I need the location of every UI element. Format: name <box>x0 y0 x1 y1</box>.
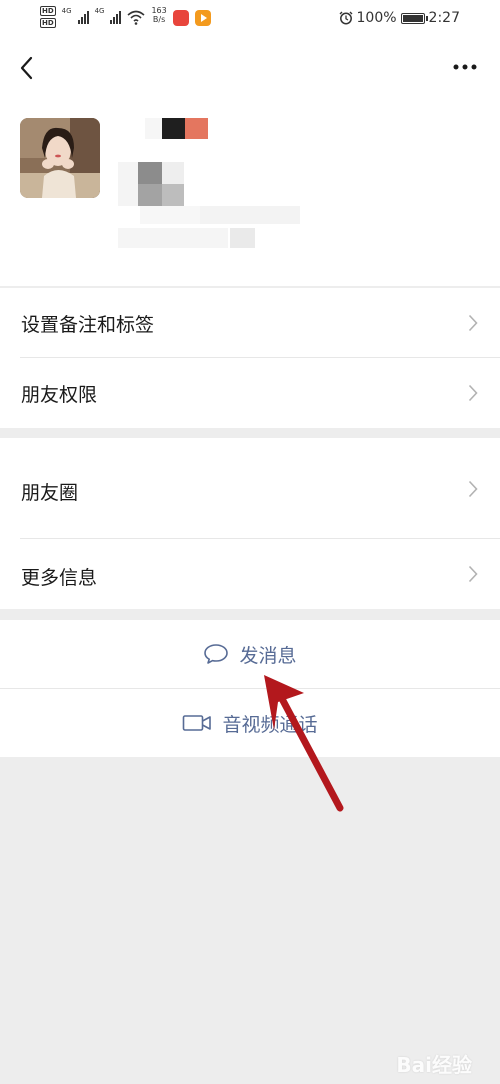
nav-bar <box>0 40 500 96</box>
net-speed: 163 B/s <box>151 6 166 24</box>
set-remark-row[interactable]: 设置备注和标签 <box>0 288 500 358</box>
net-speed-value: 163 <box>151 6 167 15</box>
battery-percent: 100% <box>356 10 397 26</box>
network-type-2: 4G <box>94 7 105 15</box>
profile-header <box>0 96 500 286</box>
chevron-right-icon <box>468 480 478 498</box>
chevron-right-icon <box>468 565 478 583</box>
chevron-right-icon <box>468 384 478 402</box>
more-info-label: 更多信息 <box>21 567 98 589</box>
friend-permission-row[interactable]: 朋友权限 <box>0 358 500 428</box>
net-speed-unit: B/s <box>152 15 166 24</box>
clock: 2:27 <box>428 10 460 26</box>
moments-label: 朋友圈 <box>21 482 79 504</box>
send-message-button[interactable]: 发消息 <box>0 620 500 688</box>
battery-icon <box>400 12 428 24</box>
chevron-right-icon <box>468 314 478 332</box>
moments-row[interactable]: 朋友圈 <box>0 438 500 539</box>
network-type-1: 4G <box>61 7 72 15</box>
send-message-label: 发消息 <box>239 644 297 667</box>
signal-icon-2 <box>110 8 122 24</box>
status-right: 100% 2:27 <box>339 10 460 26</box>
wifi-icon <box>127 10 145 25</box>
friend-permission-label: 朋友权限 <box>21 384 98 406</box>
avatar[interactable] <box>20 118 100 198</box>
hd-badge-1: HD <box>40 6 56 16</box>
chat-bubble-icon <box>204 644 229 664</box>
video-call-label: 音视频通话 <box>222 713 318 736</box>
hd-badge-2: HD <box>40 18 56 28</box>
video-call-button[interactable]: 音视频通话 <box>0 689 500 757</box>
alarm-icon <box>339 11 353 25</box>
status-left: HD HD 4G 4G 163 B/s <box>40 6 211 28</box>
watermark: Bai经验 <box>396 1053 472 1077</box>
app-notification-icon-orange <box>194 10 211 26</box>
video-camera-icon <box>183 715 212 731</box>
back-icon[interactable] <box>16 54 40 82</box>
more-icon[interactable] <box>452 60 478 74</box>
app-notification-icon-red <box>172 10 189 26</box>
hd-indicators: HD HD <box>40 6 56 28</box>
set-remark-label: 设置备注和标签 <box>21 314 155 336</box>
signal-icon-1 <box>77 8 89 24</box>
status-bar: HD HD 4G 4G 163 B/s 100% 2:27 <box>0 0 500 40</box>
more-info-row[interactable]: 更多信息 <box>0 539 500 609</box>
